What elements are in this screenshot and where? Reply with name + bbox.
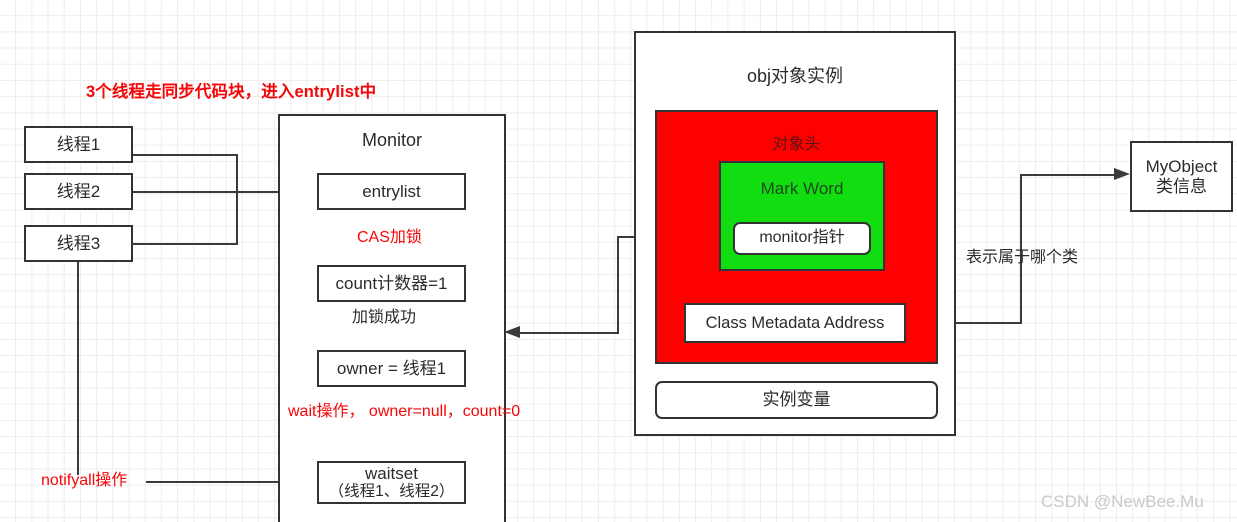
wait-label-line2: owner=null，count=0 — [368, 403, 521, 420]
class-metadata-label: Class Metadata Address — [705, 313, 885, 332]
waitset-label: waitset — [365, 463, 418, 483]
mark-word-title: Mark Word — [760, 179, 844, 198]
count-box[interactable]: count计数器=1 — [317, 265, 466, 302]
connector-monitorptr-v — [617, 236, 620, 334]
diagram-canvas: 3个线程走同步代码块，进入entrylist中 线程1 线程2 线程3 noti… — [0, 0, 1237, 522]
connector-monitorptr-h2 — [512, 332, 618, 335]
owner-box[interactable]: owner = 线程1 — [317, 350, 466, 387]
class-info-box[interactable]: MyObject 类信息 — [1130, 141, 1233, 212]
connector-notifyall-v — [77, 262, 80, 475]
thread-box-3[interactable]: 线程3 — [24, 225, 133, 262]
connector-classmeta-h2 — [1020, 174, 1116, 177]
waitset-threads-label: （线程1、线程2） — [328, 483, 455, 501]
instance-variables-label: 实例变量 — [762, 390, 831, 410]
note-title: 3个线程走同步代码块，进入entrylist中 — [86, 83, 377, 101]
class-info-subtitle: 类信息 — [1156, 176, 1207, 196]
thread-label-2: 线程2 — [56, 181, 101, 201]
instance-variables-box[interactable]: 实例变量 — [655, 381, 938, 419]
monitor-pointer-box[interactable]: monitor指针 — [733, 222, 871, 255]
count-label: count计数器=1 — [335, 273, 448, 293]
monitor-pointer-label: monitor指针 — [759, 229, 845, 247]
connector-thread3-h — [133, 243, 238, 246]
class-info-name: MyObject — [1145, 156, 1218, 176]
entrylist-box[interactable]: entrylist — [317, 173, 466, 210]
watermark: CSDN @NewBee.Mu — [1041, 492, 1204, 511]
wait-label: wait操作， owner=null，count=0 — [288, 402, 520, 422]
thread-label-1: 线程1 — [56, 134, 101, 154]
class-edge-label: 表示属于哪个类 — [966, 249, 1079, 266]
lock-success-label: 加锁成功 — [352, 309, 417, 326]
wait-label-line1: wait操作， — [288, 403, 365, 420]
waitset-box[interactable]: waitset （线程1、线程2） — [317, 461, 466, 504]
monitor-panel-title: Monitor — [361, 130, 423, 150]
connector-thread1-h — [133, 154, 238, 157]
entrylist-label: entrylist — [362, 181, 421, 201]
class-metadata-box[interactable]: Class Metadata Address — [684, 303, 906, 343]
object-instance-title: obj对象实例 — [746, 66, 844, 86]
thread-box-2[interactable]: 线程2 — [24, 173, 133, 210]
thread-label-3: 线程3 — [56, 233, 101, 253]
connector-merge-bus — [236, 154, 239, 245]
notifyall-label: notifyall操作 — [41, 472, 128, 489]
object-header-title: 对象头 — [772, 136, 821, 153]
owner-label: owner = 线程1 — [336, 358, 447, 378]
cas-label: CAS加锁 — [357, 229, 422, 246]
thread-box-1[interactable]: 线程1 — [24, 126, 133, 163]
